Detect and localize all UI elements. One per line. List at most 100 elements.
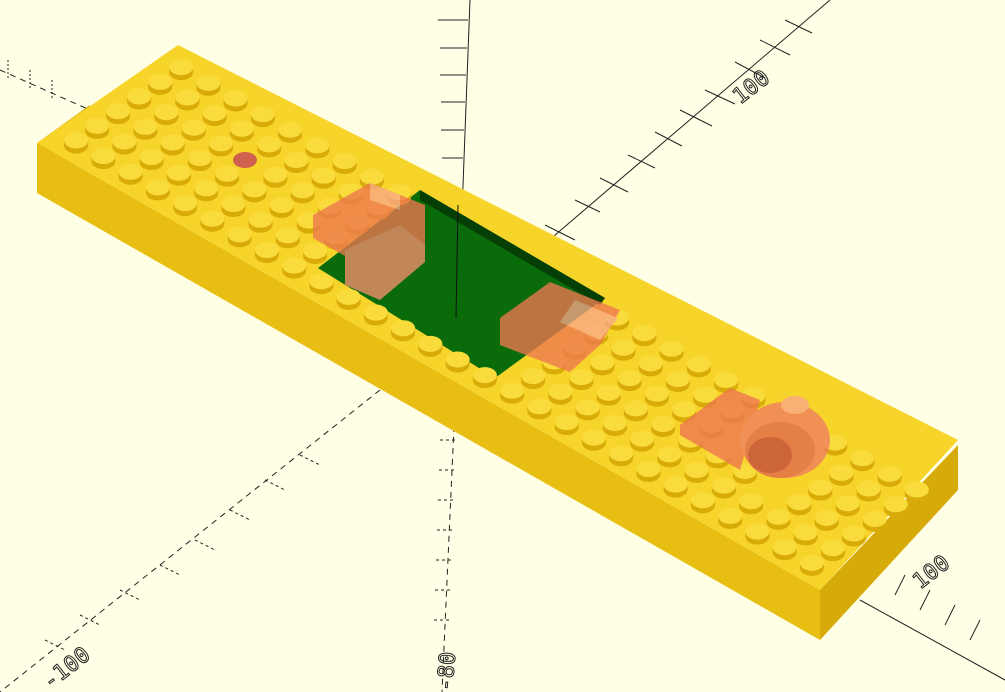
stud (548, 383, 573, 400)
stud (248, 211, 273, 228)
stud (521, 368, 546, 385)
x-axis-positive (859, 599, 1005, 681)
stud (644, 385, 669, 402)
stud (445, 351, 470, 368)
stud (194, 180, 219, 197)
stud (684, 461, 709, 478)
y-axis-negative (0, 389, 381, 692)
stud (596, 384, 621, 401)
stud (690, 492, 715, 509)
stud (472, 367, 497, 384)
stud (305, 137, 330, 154)
stud (208, 135, 233, 152)
z-neg-ticks (434, 439, 456, 621)
stud (91, 148, 116, 165)
stud (638, 355, 663, 372)
stud (311, 167, 336, 184)
scene-canvas[interactable]: 100 100 -100 -80 (0, 0, 1005, 692)
stud (609, 445, 634, 462)
stud (611, 339, 636, 356)
stud (359, 168, 384, 185)
stud (665, 371, 690, 388)
stud (663, 476, 688, 493)
stud (148, 73, 173, 90)
stud (877, 465, 902, 482)
stud (169, 59, 194, 76)
stud (829, 464, 854, 481)
stud (336, 288, 361, 305)
stud (85, 117, 110, 134)
stud (623, 400, 648, 417)
stud (106, 103, 131, 120)
stud (862, 510, 887, 527)
stud (636, 460, 661, 477)
stud (166, 164, 191, 181)
stud (718, 507, 743, 524)
stud (711, 477, 736, 494)
stud (242, 181, 267, 198)
stud (196, 74, 221, 91)
stud (278, 121, 303, 138)
axis-label-x-neg: -100 (38, 642, 95, 692)
stud (850, 450, 875, 467)
stud (883, 496, 908, 513)
stud (160, 134, 185, 151)
stud (745, 523, 770, 540)
stud (500, 382, 525, 399)
stud (284, 152, 309, 169)
stud (841, 525, 866, 542)
stud (391, 320, 416, 337)
axis-label-z-neg: -80 (433, 651, 461, 692)
stud (659, 340, 684, 357)
stud (554, 414, 579, 431)
stud (793, 524, 818, 541)
stud (766, 508, 791, 525)
stud (814, 509, 839, 526)
stud (363, 304, 388, 321)
stud (581, 429, 606, 446)
stud (569, 369, 594, 386)
axis-label-y-pos: 100 (728, 66, 775, 110)
z-ticks (438, 19, 468, 159)
stud (175, 89, 200, 106)
stud (227, 226, 252, 243)
stud (787, 494, 812, 511)
small-hole (233, 152, 257, 168)
stud (139, 149, 164, 166)
stud (229, 120, 254, 137)
stud (602, 415, 627, 432)
stud (112, 133, 137, 150)
stud (617, 370, 642, 387)
stud (418, 335, 443, 352)
stud (257, 136, 282, 153)
stud (630, 430, 655, 447)
stud (657, 446, 682, 463)
stud (686, 356, 711, 373)
stud (263, 166, 288, 183)
stud (200, 210, 225, 227)
stud (835, 495, 860, 512)
stud (799, 554, 824, 571)
stud (254, 241, 279, 258)
brick-plate[interactable] (37, 45, 958, 640)
stud (202, 105, 227, 122)
stud (133, 118, 158, 135)
stud (739, 493, 764, 510)
stud (250, 106, 275, 123)
stud (527, 398, 552, 415)
stud (904, 481, 929, 498)
stud (632, 325, 657, 342)
stud (187, 150, 212, 167)
stud (332, 153, 357, 170)
axis-label-x-pos: 100 (908, 551, 955, 595)
stud (154, 104, 179, 121)
y-neg-ticks (44, 454, 321, 651)
stud (772, 539, 797, 556)
3d-viewport[interactable]: 100 100 -100 -80 (0, 0, 1005, 692)
stud (856, 480, 881, 497)
stud (215, 165, 240, 182)
stud (309, 273, 334, 290)
stud (672, 401, 697, 418)
stud (282, 257, 307, 274)
stud (64, 132, 89, 149)
